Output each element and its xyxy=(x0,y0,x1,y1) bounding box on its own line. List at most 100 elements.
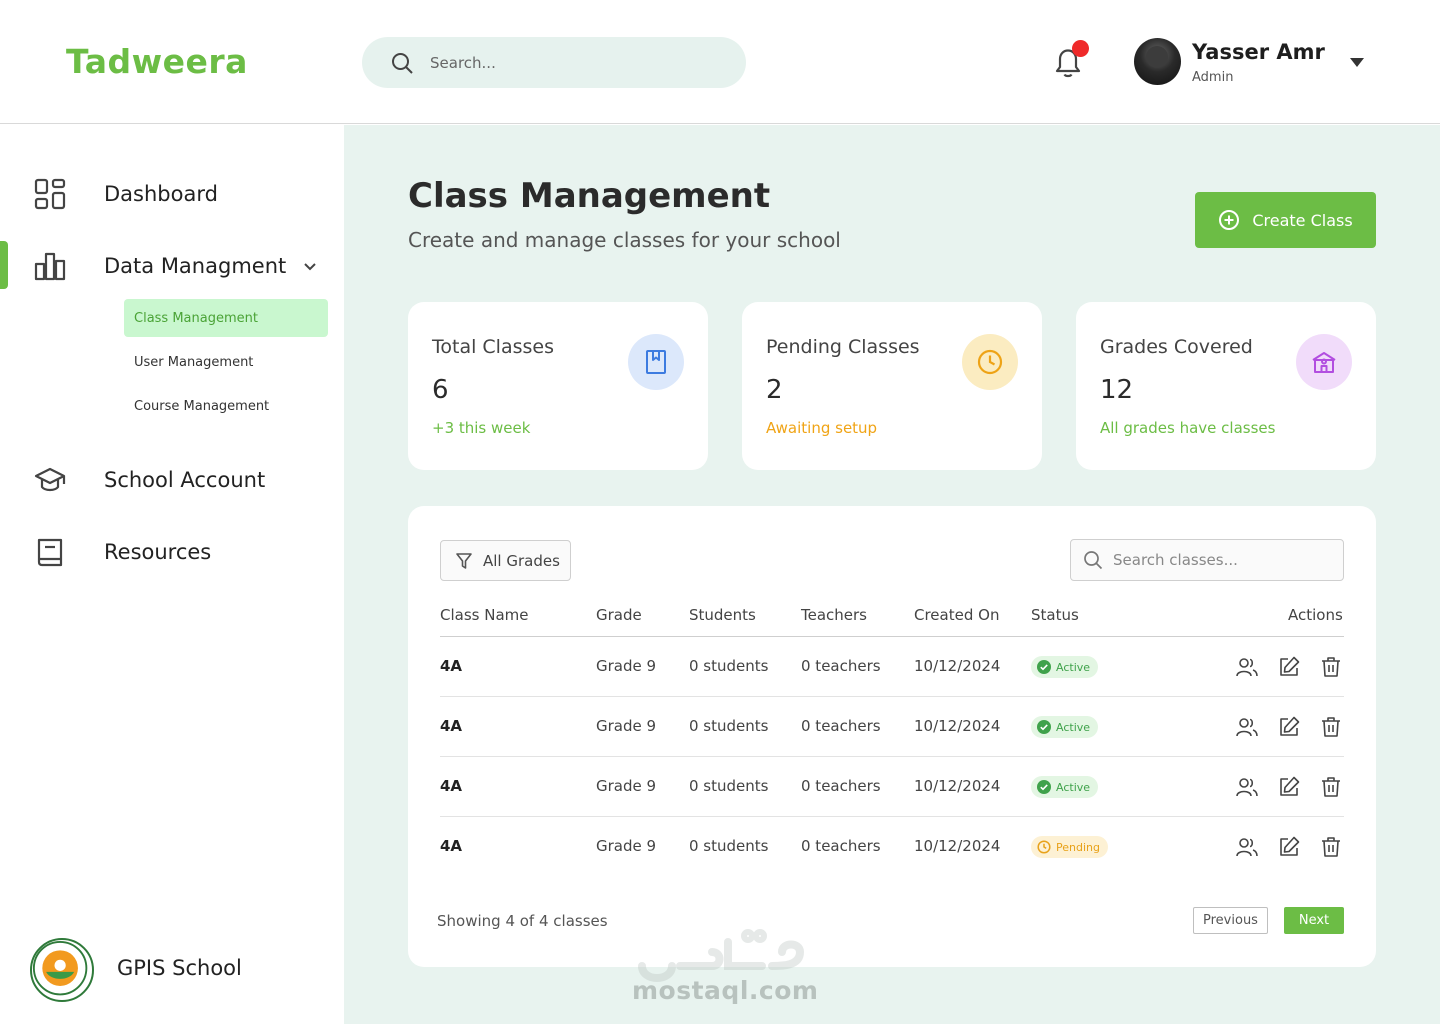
trash-icon[interactable] xyxy=(1319,835,1343,859)
sidebar-item-label: School Account xyxy=(104,468,266,492)
card-value: 12 xyxy=(1100,375,1134,405)
table-row[interactable]: 4A Grade 9 0 students 0 teachers 10/12/2… xyxy=(440,637,1344,697)
school-name: GPIS School xyxy=(117,956,242,980)
notification-dot xyxy=(1072,40,1089,57)
cell-students: 0 students xyxy=(689,717,769,735)
chevron-down-icon[interactable] xyxy=(303,260,317,274)
sidebar-item-dashboard[interactable]: Dashboard xyxy=(0,169,344,219)
stat-card-pending-classes: Pending Classes 2 Awaiting setup xyxy=(742,302,1042,470)
classes-table-panel: All Grades Class Name Grade Students Tea… xyxy=(408,506,1376,967)
sidebar-item-label: Dashboard xyxy=(104,182,218,206)
status-label: Active xyxy=(1056,660,1091,674)
people-icon[interactable] xyxy=(1235,655,1259,679)
sidebar-item-school-account[interactable]: School Account xyxy=(0,455,344,505)
check-circle-icon xyxy=(1037,660,1056,674)
column-header-teachers[interactable]: Teachers xyxy=(801,606,867,624)
people-icon[interactable] xyxy=(1235,715,1259,739)
cell-class-name[interactable]: 4A xyxy=(440,657,462,675)
table-row[interactable]: 4A Grade 9 0 students 0 teachers 10/12/2… xyxy=(440,817,1344,877)
trash-icon[interactable] xyxy=(1319,715,1343,739)
column-header-actions: Actions xyxy=(1288,606,1343,624)
card-value: 2 xyxy=(766,375,783,405)
search-input[interactable] xyxy=(430,53,690,72)
cell-students: 0 students xyxy=(689,837,769,855)
table-row[interactable]: 4A Grade 9 0 students 0 teachers 10/12/2… xyxy=(440,757,1344,817)
status-label: Active xyxy=(1056,720,1091,734)
school-logo xyxy=(30,938,94,1002)
trash-icon[interactable] xyxy=(1319,655,1343,679)
stat-card-total-classes: Total Classes 6 +3 this week xyxy=(408,302,708,470)
global-search[interactable] xyxy=(362,37,746,88)
cell-class-name[interactable]: 4A xyxy=(440,777,462,795)
caret-down-icon[interactable] xyxy=(1350,58,1364,67)
plus-circle-icon xyxy=(1219,210,1240,230)
cell-students: 0 students xyxy=(689,777,769,795)
column-header-class-name[interactable]: Class Name xyxy=(440,606,528,624)
status-label: Active xyxy=(1056,780,1091,794)
sidebar-subitem-class-management[interactable]: Class Management xyxy=(124,299,328,337)
search-icon xyxy=(392,52,413,74)
column-header-status[interactable]: Status xyxy=(1031,606,1079,624)
stat-card-grades-covered: Grades Covered 12 All grades have classe… xyxy=(1076,302,1376,470)
edit-icon[interactable] xyxy=(1277,655,1301,679)
sidebar-subitem-course-management[interactable]: Course Management xyxy=(124,387,328,425)
column-header-grade[interactable]: Grade xyxy=(596,606,642,624)
sidebar-item-data-management[interactable]: Data Managment xyxy=(0,241,344,291)
card-title: Grades Covered xyxy=(1100,336,1253,358)
watermark-url: mostaql.com xyxy=(632,976,819,1005)
cell-created-on: 10/12/2024 xyxy=(914,657,1001,675)
search-icon xyxy=(1084,551,1103,570)
table-row[interactable]: 4A Grade 9 0 students 0 teachers 10/12/2… xyxy=(440,697,1344,757)
status-badge: Active xyxy=(1031,656,1099,678)
page-title: Class Management xyxy=(408,176,771,216)
column-header-created-on[interactable]: Created On xyxy=(914,606,999,624)
grade-filter-label: All Grades xyxy=(483,551,560,570)
edit-icon[interactable] xyxy=(1277,835,1301,859)
cell-teachers: 0 teachers xyxy=(801,837,881,855)
page-subtitle: Create and manage classes for your schoo… xyxy=(408,228,841,252)
cell-grade: Grade 9 xyxy=(596,717,657,735)
cell-created-on: 10/12/2024 xyxy=(914,837,1001,855)
card-note: All grades have classes xyxy=(1100,419,1276,437)
avatar[interactable] xyxy=(1134,38,1181,85)
trash-icon[interactable] xyxy=(1319,775,1343,799)
status-badge: Pending xyxy=(1031,836,1108,858)
status-badge: Active xyxy=(1031,716,1099,738)
filter-icon xyxy=(456,552,472,569)
card-title: Total Classes xyxy=(432,336,554,358)
cell-grade: Grade 9 xyxy=(596,657,657,675)
user-name: Yasser Amr xyxy=(1192,40,1325,64)
edit-icon[interactable] xyxy=(1277,715,1301,739)
sidebar-subitem-user-management[interactable]: User Management xyxy=(124,343,328,381)
cell-teachers: 0 teachers xyxy=(801,717,881,735)
people-icon[interactable] xyxy=(1235,835,1259,859)
cell-created-on: 10/12/2024 xyxy=(914,717,1001,735)
create-class-button[interactable]: Create Class xyxy=(1195,192,1376,248)
bar-chart-icon xyxy=(34,252,66,281)
previous-page-button[interactable]: Previous xyxy=(1193,907,1268,934)
grade-filter-button[interactable]: All Grades xyxy=(440,540,571,581)
card-note: Awaiting setup xyxy=(766,419,878,437)
clock-icon xyxy=(1037,840,1056,854)
sidebar-item-label: Data Managment xyxy=(104,254,287,278)
column-header-students[interactable]: Students xyxy=(689,606,756,624)
bookmark-book-icon xyxy=(628,334,684,390)
cell-class-name[interactable]: 4A xyxy=(440,837,462,855)
top-header: Tadweera Yasser Amr Admin xyxy=(0,0,1440,124)
class-search-input[interactable] xyxy=(1113,551,1333,569)
cell-teachers: 0 teachers xyxy=(801,657,881,675)
class-search[interactable] xyxy=(1070,539,1344,581)
app-logo[interactable]: Tadweera xyxy=(66,42,248,81)
grid-icon xyxy=(34,178,66,210)
school-building-icon xyxy=(1296,334,1352,390)
user-role: Admin xyxy=(1192,70,1234,85)
status-badge: Active xyxy=(1031,776,1099,798)
create-class-label: Create Class xyxy=(1252,210,1353,230)
status-label: Pending xyxy=(1056,840,1100,854)
cell-class-name[interactable]: 4A xyxy=(440,717,462,735)
people-icon[interactable] xyxy=(1235,775,1259,799)
card-note: +3 this week xyxy=(432,419,531,437)
edit-icon[interactable] xyxy=(1277,775,1301,799)
sidebar-item-resources[interactable]: Resources xyxy=(0,527,344,577)
next-page-button[interactable]: Next xyxy=(1284,907,1344,934)
